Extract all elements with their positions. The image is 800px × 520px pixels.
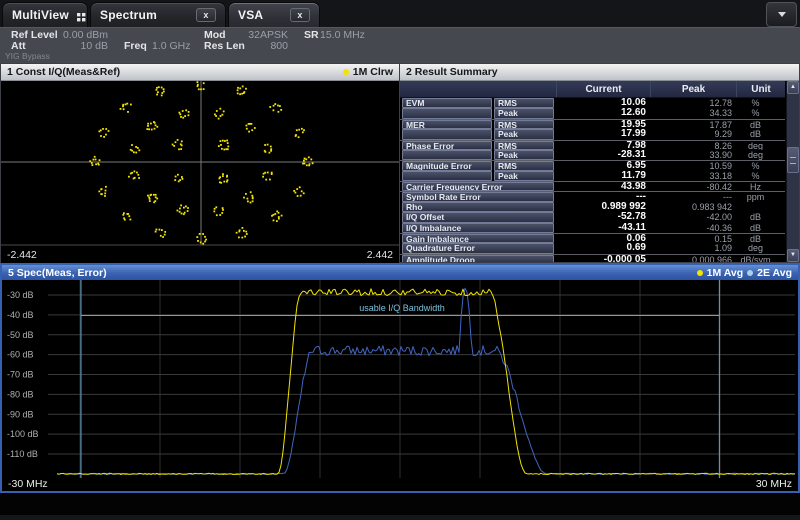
meas-trace-label: 1M Avg	[707, 267, 744, 279]
result-table-row: Magnitude ErrorRMS6.9510.59%	[400, 160, 785, 170]
error-trace-label: 2E Avg	[757, 267, 792, 279]
freq-value[interactable]: 1.0 GHz	[152, 40, 191, 52]
settings-bar: Ref Level 0.00 dBm Mod 32APSK SR 15.0 MH…	[0, 27, 800, 63]
svg-text:-70 dB: -70 dB	[7, 370, 34, 380]
multiview-grid-icon	[77, 11, 86, 20]
result-table-scrollbar[interactable]: ▲ ▼	[786, 81, 799, 262]
spectrum-x-max: 30 MHz	[756, 478, 792, 491]
svg-text:-80 dB: -80 dB	[7, 389, 34, 399]
svg-text:-30 dB: -30 dB	[7, 290, 34, 300]
tab-bar: MultiView Spectrum x VSA x	[0, 0, 800, 27]
trace1-mode-label: 1M Clrw	[353, 66, 393, 78]
tab-vsa[interactable]: VSA x	[228, 2, 320, 27]
result-table-row: I/Q Imbalance-43.11-40.36dB	[400, 223, 785, 233]
tab-multiview[interactable]: MultiView	[2, 2, 88, 27]
svg-text:-90 dB: -90 dB	[7, 409, 34, 419]
constellation-trace-legend: 1M Clrw	[343, 66, 393, 78]
result-table-row: Rho0.989 9920.983 942	[400, 202, 785, 212]
svg-text:usable I/Q Bandwidth: usable I/Q Bandwidth	[359, 303, 445, 313]
yig-bypass-label: YIG Bypass	[5, 51, 50, 61]
spectrum-plot[interactable]: -30 dB -40 dB -50 dB -60 dB -70 dB -80 dB -90 …	[2, 280, 798, 478]
svg-text:-100 dB: -100 dB	[7, 429, 39, 439]
bottom-bar	[0, 493, 800, 520]
tab-multiview-label: MultiView	[12, 8, 69, 22]
meas-trace-dot-icon	[697, 270, 703, 276]
result-table-row: Peak17.999.29dB	[400, 129, 785, 139]
column-peak: Peak	[650, 81, 736, 97]
result-table-row: I/Q Offset-52.78-42.00dB	[400, 212, 785, 222]
trace1-dot-icon	[343, 69, 349, 75]
spectrum-window-header[interactable]: 5 Spec(Meas, Error) 1M Avg 2E Avg	[2, 265, 798, 280]
freq-label: Freq	[124, 40, 147, 52]
result-table-row: Symbol Rate Error------ppm	[400, 191, 785, 201]
svg-text:-50 dB: -50 dB	[7, 330, 34, 340]
column-spacer	[400, 81, 556, 97]
svg-text:-40 dB: -40 dB	[7, 310, 34, 320]
vsa-screen: MultiView Spectrum x VSA x Ref Level 0.0…	[0, 0, 800, 520]
spectrum-window: 5 Spec(Meas, Error) 1M Avg 2E Avg -30 dB…	[0, 263, 800, 493]
svg-text:-60 dB: -60 dB	[7, 350, 34, 360]
column-current: Current	[556, 81, 650, 97]
result-table-row: MERRMS19.9517.87dB	[400, 119, 785, 129]
result-table-row: Gain Imbalance0.060.15dB	[400, 233, 785, 243]
chevron-down-icon	[778, 12, 786, 17]
spectrum-window-title: 5 Spec(Meas, Error)	[8, 267, 107, 279]
result-summary-window: 2 Result Summary Current Peak Unit EVMRM…	[400, 63, 800, 263]
tab-spectrum-label: Spectrum	[100, 8, 157, 22]
result-summary-title: 2 Result Summary	[406, 66, 498, 78]
result-summary-header[interactable]: 2 Result Summary	[400, 64, 799, 81]
tab-spectrum-close-icon[interactable]: x	[196, 8, 216, 22]
window-menu-button[interactable]	[766, 2, 797, 27]
result-table-row: Peak-28.3133.90deg	[400, 150, 785, 160]
bottom-bar-inner	[0, 515, 800, 520]
scroll-thumb[interactable]	[787, 147, 799, 173]
constellation-window-title: 1 Const I/Q(Meas&Ref)	[7, 66, 120, 78]
result-table-row: Peak12.6034.33%	[400, 108, 785, 118]
spectrum-x-min: -30 MHz	[8, 478, 48, 491]
sr-label: SR	[304, 29, 319, 41]
constellation-window: 1 Const I/Q(Meas&Ref) 1M Clrw -2.442 2.4…	[0, 63, 400, 263]
tab-spectrum[interactable]: Spectrum x	[90, 2, 226, 27]
result-table-row: Quadrature Error0.691.09deg	[400, 243, 785, 253]
result-table-row: Amplitude Droop-0.000 050.000 966dB/sym	[400, 254, 785, 262]
sr-value[interactable]: 15.0 MHz	[320, 29, 365, 41]
spectrum-x-scale: -30 MHz 30 MHz	[2, 478, 798, 491]
constellation-x-scale: -2.442 2.442	[1, 248, 399, 263]
error-trace-dot-icon	[747, 270, 753, 276]
constellation-plot[interactable]	[1, 81, 399, 248]
constellation-x-min: -2.442	[7, 249, 37, 263]
tab-vsa-label: VSA	[238, 8, 263, 22]
result-table-column-header: Current Peak Unit	[400, 81, 785, 98]
scroll-up-icon[interactable]: ▲	[787, 81, 799, 94]
spectrum-trace-legend: 1M Avg 2E Avg	[697, 267, 792, 279]
constellation-x-max: 2.442	[367, 249, 393, 263]
tab-vsa-close-icon[interactable]: x	[290, 8, 310, 22]
column-unit: Unit	[736, 81, 785, 97]
result-table-row: Carrier Frequency Error43.98-80.42Hz	[400, 181, 785, 191]
result-table-row: Peak11.7933.18%	[400, 171, 785, 181]
svg-text:-110 dB: -110 dB	[7, 449, 38, 459]
scroll-down-icon[interactable]: ▼	[787, 249, 799, 262]
att-value[interactable]: 10 dB	[58, 40, 108, 52]
result-table-body: EVMRMS10.0612.78%Peak12.6034.33%MERRMS19…	[400, 98, 785, 262]
constellation-window-header[interactable]: 1 Const I/Q(Meas&Ref) 1M Clrw	[1, 64, 399, 81]
result-table-row: Phase ErrorRMS7.988.26deg	[400, 140, 785, 150]
res-len-value[interactable]: 800	[230, 40, 288, 52]
result-table-row: EVMRMS10.0612.78%	[400, 98, 785, 108]
